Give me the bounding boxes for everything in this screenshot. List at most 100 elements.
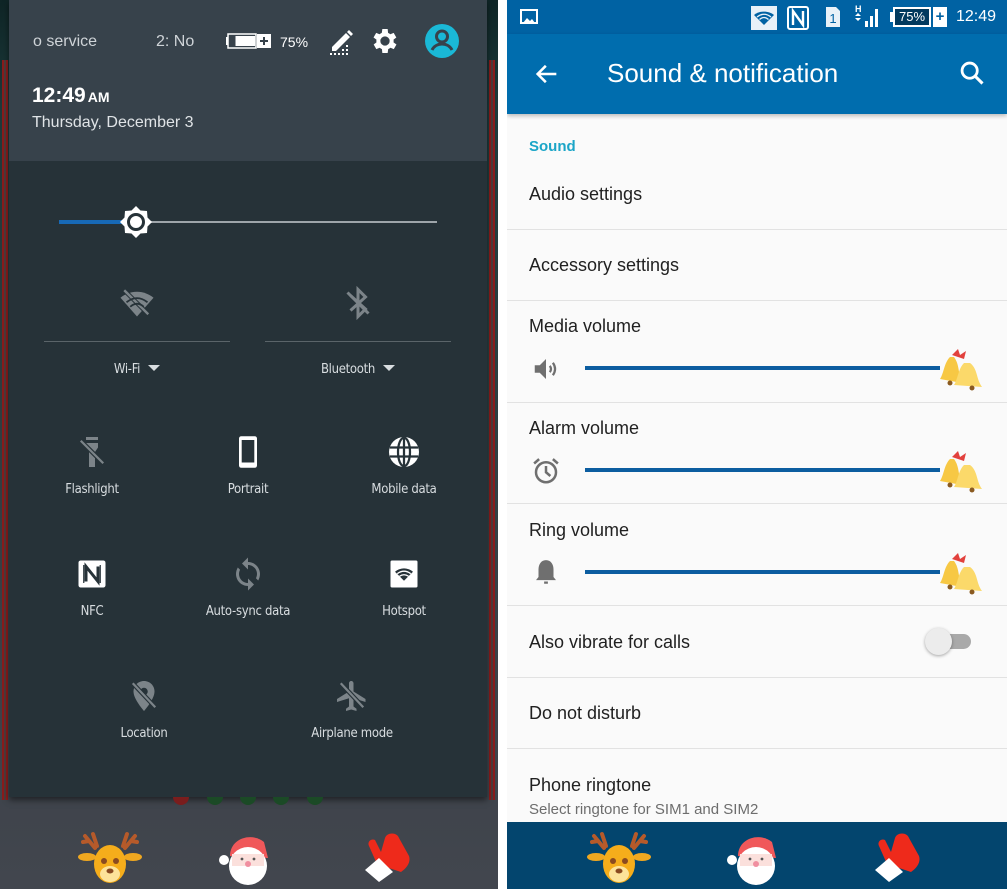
location-off-icon [130, 680, 158, 711]
app-bar: Sound & notification [507, 34, 1007, 114]
globe-icon [389, 436, 419, 468]
carrier-sim1: o service [33, 33, 98, 50]
hotspot-icon [390, 560, 418, 588]
santa-icon[interactable] [212, 828, 282, 888]
wifi-off-icon [120, 287, 154, 317]
audio-settings-item[interactable]: Audio settings [507, 158, 1007, 230]
user-account-icon[interactable] [424, 23, 460, 59]
bell-icon [536, 560, 556, 584]
brightness-thumb-icon[interactable] [119, 205, 153, 239]
speaker-icon [534, 359, 557, 379]
status-bar: 1 H 75% + 12:49 [507, 0, 1007, 34]
bluetooth-dropdown[interactable]: Bluetooth [265, 362, 451, 377]
tile-airplane-mode[interactable]: Airplane mode [277, 678, 427, 741]
sim-slot-number: 1 [829, 11, 836, 26]
brightness-slider[interactable] [59, 205, 439, 239]
accessory-settings-item[interactable]: Accessory settings [507, 230, 1007, 301]
page-title: Sound & notification [607, 58, 839, 88]
tile-auto-sync[interactable]: Auto-sync data [173, 556, 323, 619]
page-dot [273, 797, 289, 805]
item-label: Alarm volume [529, 418, 640, 438]
slider-track [585, 570, 940, 574]
network-type: H [855, 4, 862, 14]
charging-plus-icon: + [933, 7, 947, 27]
edit-icon[interactable] [324, 25, 356, 57]
bell-thumb-icon[interactable] [938, 449, 986, 493]
clock-time: 12:49 [32, 84, 86, 107]
sync-icon [236, 557, 260, 591]
sound-notification-screen: 1 H 75% + 12:49 Sound & notification Sou… [507, 0, 1007, 889]
tile-label: Portrait [227, 482, 269, 497]
reindeer-icon[interactable] [584, 828, 654, 888]
do-not-disturb-item[interactable]: Do not disturb [507, 678, 1007, 749]
media-volume-slider[interactable] [585, 347, 985, 391]
battery-percent: 75% [893, 7, 931, 27]
back-arrow-icon[interactable] [533, 60, 561, 88]
item-label: Also vibrate for calls [529, 632, 691, 652]
bluetooth-off-icon [346, 285, 370, 321]
page-dot [240, 797, 256, 805]
settings-gear-icon[interactable] [369, 25, 401, 57]
wifi-icon [751, 6, 777, 30]
alarm-volume-slider[interactable] [585, 449, 985, 493]
nfc-icon [78, 560, 106, 588]
tile-mobile-data[interactable]: Mobile data [329, 434, 479, 497]
tile-flashlight[interactable]: Flashlight [17, 434, 167, 497]
home-page-indicator [170, 797, 330, 811]
slider-track [585, 468, 940, 472]
tile-label: Location [120, 726, 168, 741]
tile-label: Flashlight [65, 482, 119, 497]
status-time: 12:49 [955, 8, 996, 25]
carrier-sim2: 2: No [156, 33, 195, 50]
page-dot [207, 797, 223, 805]
vibrate-toggle[interactable] [925, 626, 973, 656]
vibrate-for-calls-item[interactable]: Also vibrate for calls [507, 606, 1007, 678]
clock[interactable]: 12:49 AM [32, 84, 110, 108]
screenshot-separator [498, 0, 507, 889]
bell-thumb-icon[interactable] [938, 347, 986, 391]
tile-nfc[interactable]: NFC [17, 556, 167, 619]
tile-hotspot[interactable]: Hotspot [329, 556, 479, 619]
alarm-volume-item: Alarm volume [507, 403, 1007, 504]
media-volume-item: Media volume [507, 301, 1007, 403]
item-label: Accessory settings [529, 255, 680, 275]
wallpaper-frame-right [489, 60, 495, 800]
mitten-icon[interactable] [357, 828, 427, 888]
chevron-down-icon [383, 365, 396, 371]
wallpaper-frame-left [2, 60, 8, 800]
santa-icon[interactable] [720, 828, 790, 888]
quick-settings-header: o service 2: No 75% 12:49 AM Thursday, D… [9, 0, 487, 161]
tile-wifi[interactable]: Wi-Fi [44, 285, 230, 377]
tile-label: NFC [80, 604, 104, 619]
item-label: Do not disturb [529, 703, 642, 723]
ring-volume-item: Ring volume [507, 504, 1007, 606]
tile-location[interactable]: Location [69, 678, 219, 741]
reindeer-icon[interactable] [75, 828, 145, 888]
item-label: Audio settings [529, 184, 643, 204]
page-dot [307, 797, 323, 805]
item-label: Ring volume [529, 520, 630, 540]
tile-portrait[interactable]: Portrait [173, 434, 323, 497]
flashlight-off-icon [78, 437, 106, 467]
tile-label: Mobile data [371, 482, 437, 497]
bell-thumb-icon[interactable] [938, 551, 986, 595]
tile-label: Hotspot [382, 604, 426, 619]
airplane-off-icon [337, 680, 366, 711]
search-icon[interactable] [958, 59, 986, 87]
item-label: Phone ringtone [529, 775, 652, 795]
tile-divider [265, 341, 451, 342]
alarm-clock-icon [533, 458, 559, 484]
date[interactable]: Thursday, December 3 [32, 114, 194, 132]
tile-bluetooth[interactable]: Bluetooth [265, 285, 451, 377]
wifi-dropdown[interactable]: Wi-Fi [44, 362, 230, 377]
tile-label: Bluetooth [320, 362, 376, 377]
signal-icon: H [855, 4, 878, 27]
tile-divider [44, 341, 230, 342]
quick-settings-screen: o service 2: No 75% 12:49 AM Thursday, D… [0, 0, 498, 889]
page-dot [173, 797, 189, 805]
tile-label: Airplane mode [311, 726, 393, 741]
ring-volume-slider[interactable] [585, 551, 985, 595]
battery-icon [226, 33, 271, 49]
mitten-icon[interactable] [867, 828, 937, 888]
slider-track [585, 366, 940, 370]
